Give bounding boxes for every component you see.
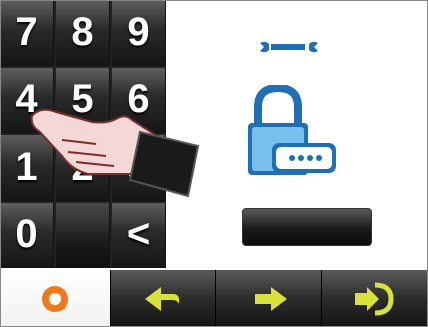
screen: 7 8 9 4 5 6 1 2 3 0 < bbox=[0, 0, 428, 327]
screen-border bbox=[0, 0, 428, 327]
